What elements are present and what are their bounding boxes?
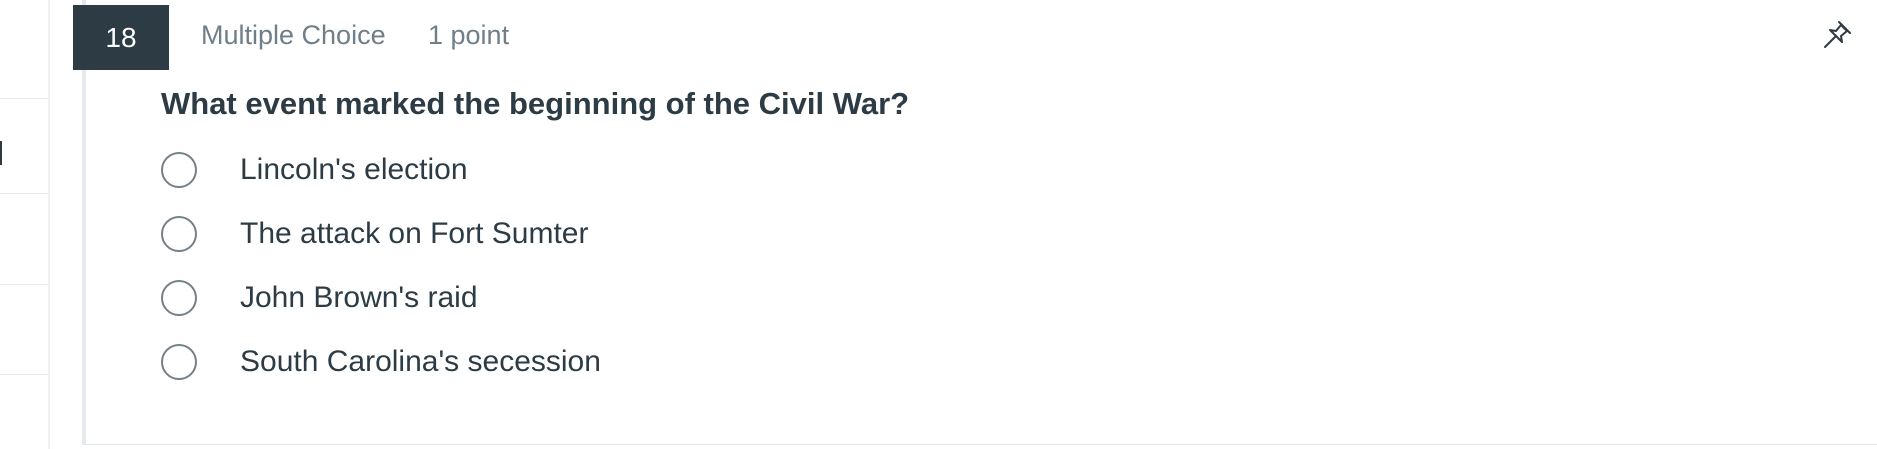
sidebar-active-marker (0, 141, 2, 165)
question-text: What event marked the beginning of the C… (161, 86, 910, 121)
sidebar-divider (0, 98, 48, 99)
sidebar-divider (0, 284, 48, 285)
answer-label: South Carolina's secession (240, 345, 601, 378)
answer-option[interactable]: South Carolina's secession (161, 338, 861, 386)
answer-option[interactable]: The attack on Fort Sumter (161, 210, 861, 258)
answer-option[interactable]: Lincoln's election (161, 146, 861, 194)
radio-button[interactable] (161, 216, 197, 252)
pin-icon[interactable] (1820, 18, 1854, 52)
answer-label: The attack on Fort Sumter (240, 217, 589, 250)
radio-button[interactable] (161, 280, 197, 316)
sidebar-divider (0, 374, 48, 375)
question-points: 1 point (428, 20, 510, 50)
left-sidebar-strip (0, 0, 50, 449)
sidebar-divider (0, 193, 48, 194)
answer-label: John Brown's raid (240, 281, 478, 314)
answer-option[interactable]: John Brown's raid (161, 274, 861, 322)
radio-button[interactable] (161, 152, 197, 188)
answer-label: Lincoln's election (240, 153, 468, 186)
question-type: Multiple Choice (201, 20, 386, 50)
question-number-badge: 18 (73, 5, 169, 70)
radio-button[interactable] (161, 344, 197, 380)
